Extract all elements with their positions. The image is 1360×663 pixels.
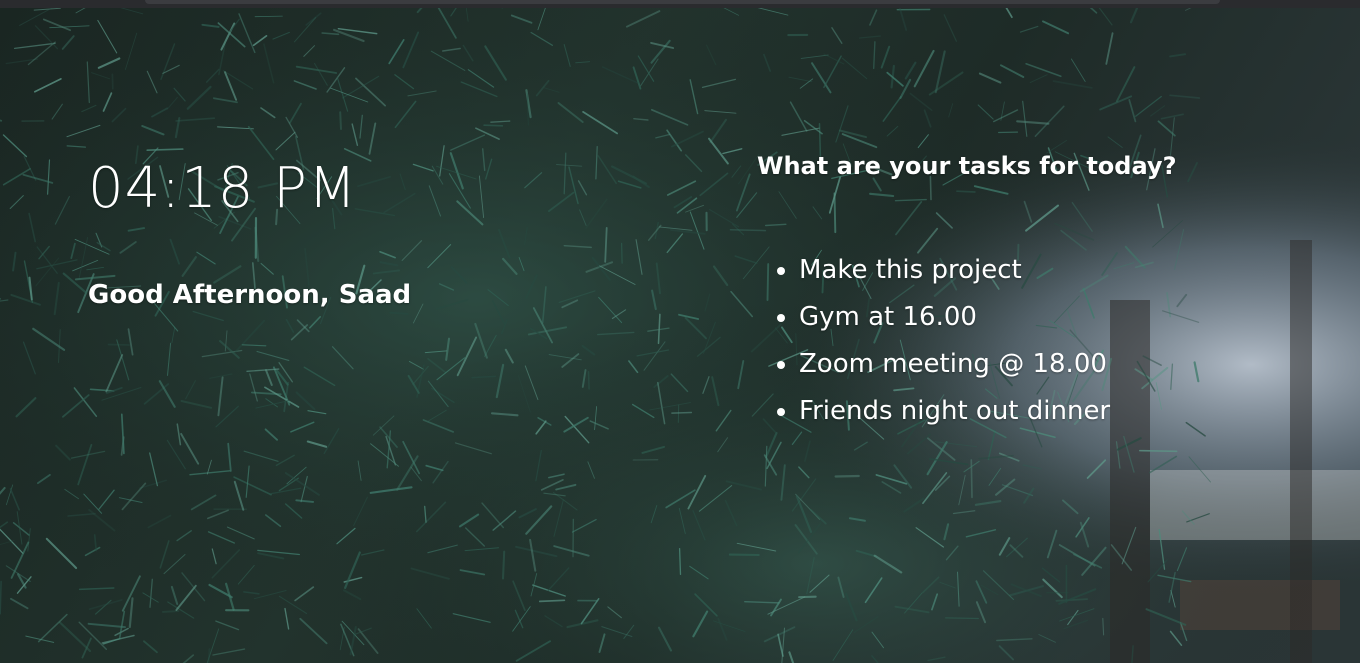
pine-needle-texture [834, 474, 860, 478]
address-bar-edge [145, 0, 1220, 4]
dashboard-page: 04:18 PM Good Afternoon, Saad What are y… [0, 0, 1360, 663]
pine-needle-texture [483, 124, 504, 127]
pine-needle-texture [161, 610, 180, 613]
task-item[interactable]: Make this project [799, 250, 1110, 297]
pine-needle-texture [0, 580, 2, 615]
pine-needle-texture [389, 311, 409, 315]
pine-needle-texture [146, 148, 184, 152]
pine-needle-texture [1139, 449, 1178, 453]
browser-top-edge [0, 0, 1360, 8]
pine-needle-texture [620, 242, 623, 264]
tasks-list: Make this project Gym at 16.00 Zoom meet… [757, 250, 1110, 438]
greeting-text: Good Afternoon, Saad [88, 280, 412, 310]
pine-needle-texture [587, 371, 590, 390]
pine-needle-texture [501, 550, 506, 580]
pine-needle-texture [678, 548, 682, 576]
pine-needle-texture [671, 411, 693, 414]
pine-needle-texture [538, 599, 566, 603]
background-photo [0, 0, 1360, 663]
pine-needle-texture [729, 229, 767, 232]
task-item[interactable]: Zoom meeting @ 18.00 [799, 344, 1110, 391]
pine-needle-texture [339, 111, 342, 130]
task-item[interactable]: Friends night out dinner [799, 391, 1110, 438]
pine-needle-texture [945, 617, 979, 620]
task-item[interactable]: Gym at 16.00 [799, 297, 1110, 344]
pine-needle-texture [956, 190, 976, 193]
tasks-heading: What are your tasks for today? [757, 152, 1177, 180]
clock-time: 04:18 PM [88, 156, 358, 221]
pine-needle-texture [970, 459, 973, 499]
